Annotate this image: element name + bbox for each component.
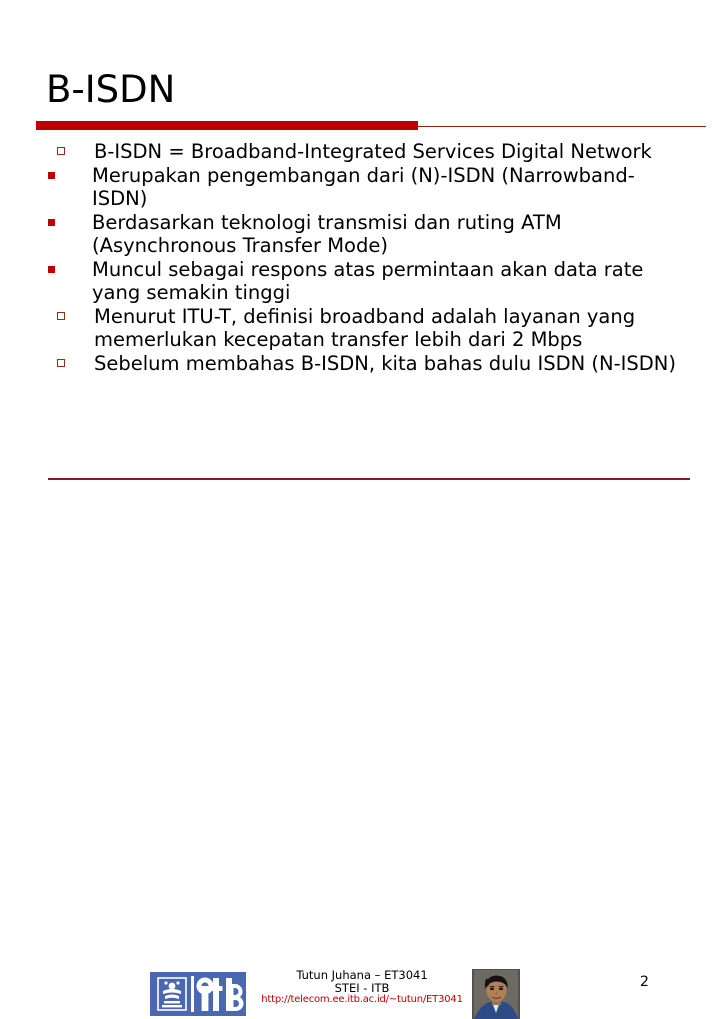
itb-wordmark-icon bbox=[196, 977, 244, 1011]
filled-square-bullet-icon bbox=[48, 171, 55, 179]
bullet-text: B-ISDN = Broadband-Integrated Services D… bbox=[94, 140, 652, 163]
author-portrait bbox=[472, 969, 520, 1019]
hollow-square-bullet-icon bbox=[57, 311, 65, 320]
footer-text-block: Tutun Juhana – ET3041 STEI - ITB http://… bbox=[252, 969, 472, 1007]
bullet-level2: Berdasarkan teknologi transmisi dan ruti… bbox=[48, 211, 688, 258]
ganesha-emblem-icon bbox=[157, 977, 187, 1011]
bullet-text: Muncul sebagai respons atas permintaan a… bbox=[92, 257, 644, 305]
footer-author: Tutun Juhana – ET3041 bbox=[296, 968, 428, 982]
hollow-square-bullet-icon bbox=[57, 358, 65, 367]
bullet-text: Berdasarkan teknologi transmisi dan ruti… bbox=[92, 210, 562, 258]
bullet-level1: Menurut ITU-T, definisi broadband adalah… bbox=[48, 305, 688, 352]
bullet-level2: Muncul sebagai respons atas permintaan a… bbox=[48, 258, 688, 305]
title-underline-accent-bar bbox=[36, 121, 418, 130]
bullet-level1: Sebelum membahas B-ISDN, kita bahas dulu… bbox=[48, 352, 688, 376]
slide-footer: Tutun Juhana – ET3041 STEI - ITB http://… bbox=[0, 482, 720, 1019]
filled-square-bullet-icon bbox=[48, 265, 55, 273]
bullet-text: Menurut ITU-T, definisi broadband adalah… bbox=[94, 304, 636, 352]
portrait-photo-image bbox=[472, 969, 520, 1019]
bullet-text: Merupakan pengembangan dari (N)-ISDN (Na… bbox=[92, 163, 635, 211]
footer-divider bbox=[48, 478, 690, 480]
filled-square-bullet-icon bbox=[48, 218, 55, 226]
itb-logo bbox=[150, 972, 246, 1016]
slide-canvas: B-ISDN B-ISDN = Broadband-Integrated Ser… bbox=[0, 0, 720, 1019]
slide-title-area: B-ISDN bbox=[46, 68, 686, 120]
logo-divider bbox=[191, 976, 194, 1012]
footer-url[interactable]: http://telecom.ee.itb.ac.id/~tutun/ET304… bbox=[252, 994, 472, 1007]
hollow-square-bullet-icon bbox=[57, 147, 65, 155]
slide-body: B-ISDN = Broadband-Integrated Services D… bbox=[48, 140, 688, 375]
bullet-text: Sebelum membahas B-ISDN, kita bahas dulu… bbox=[94, 351, 676, 375]
footer-organization: STEI - ITB bbox=[334, 980, 390, 995]
bullet-level2: Merupakan pengembangan dari (N)-ISDN (Na… bbox=[48, 164, 688, 211]
page-title: B-ISDN bbox=[46, 68, 176, 111]
sub-bullet-list: Merupakan pengembangan dari (N)-ISDN (Na… bbox=[48, 164, 688, 305]
page-number: 2 bbox=[640, 974, 649, 990]
bullet-level1: B-ISDN = Broadband-Integrated Services D… bbox=[48, 140, 688, 164]
